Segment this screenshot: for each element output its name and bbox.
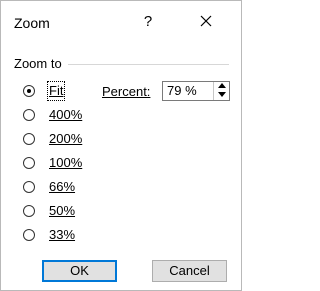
radio-button[interactable] [23,181,35,193]
radio-66[interactable]: 66% [23,179,113,199]
radio-label: 50% [49,203,76,218]
radio-label: 33% [49,227,76,242]
radio-100[interactable]: 100% [23,155,113,175]
radio-label: 100% [49,155,83,170]
close-button[interactable] [196,11,216,31]
radio-fit[interactable]: Fit [23,81,113,103]
radio-button[interactable] [23,205,35,217]
radio-label: 66% [49,179,76,194]
radio-33[interactable]: 33% [23,227,113,247]
cancel-button[interactable]: Cancel [152,260,227,282]
ok-button[interactable]: OK [42,260,117,282]
percent-input[interactable] [167,83,209,99]
radio-400[interactable]: 400% [23,107,113,127]
radio-button[interactable] [23,229,35,241]
zoom-dialog: Zoom ? Zoom to Fit 400% 200% 100% 66% 50… [0,0,242,291]
spin-down-button[interactable] [213,91,229,100]
spin-up-button[interactable] [213,82,229,91]
zoom-to-label: Zoom to [14,56,62,71]
radio-button[interactable] [23,157,35,169]
radio-200[interactable]: 200% [23,131,113,151]
radio-label: Fit [46,81,66,101]
radio-50[interactable]: 50% [23,203,113,223]
percent-spinbox[interactable] [162,81,230,101]
dialog-title: Zoom [14,15,50,31]
radio-label: 200% [49,131,83,146]
close-icon [200,15,212,27]
chevron-up-icon [217,83,226,88]
radio-button[interactable] [23,133,35,145]
percent-label: Percent: [102,84,151,99]
radio-button[interactable] [23,109,35,121]
section-divider [68,64,229,65]
radio-button[interactable] [23,85,35,97]
radio-label: 400% [49,107,83,122]
chevron-down-icon [217,92,226,97]
help-button[interactable]: ? [141,13,155,31]
